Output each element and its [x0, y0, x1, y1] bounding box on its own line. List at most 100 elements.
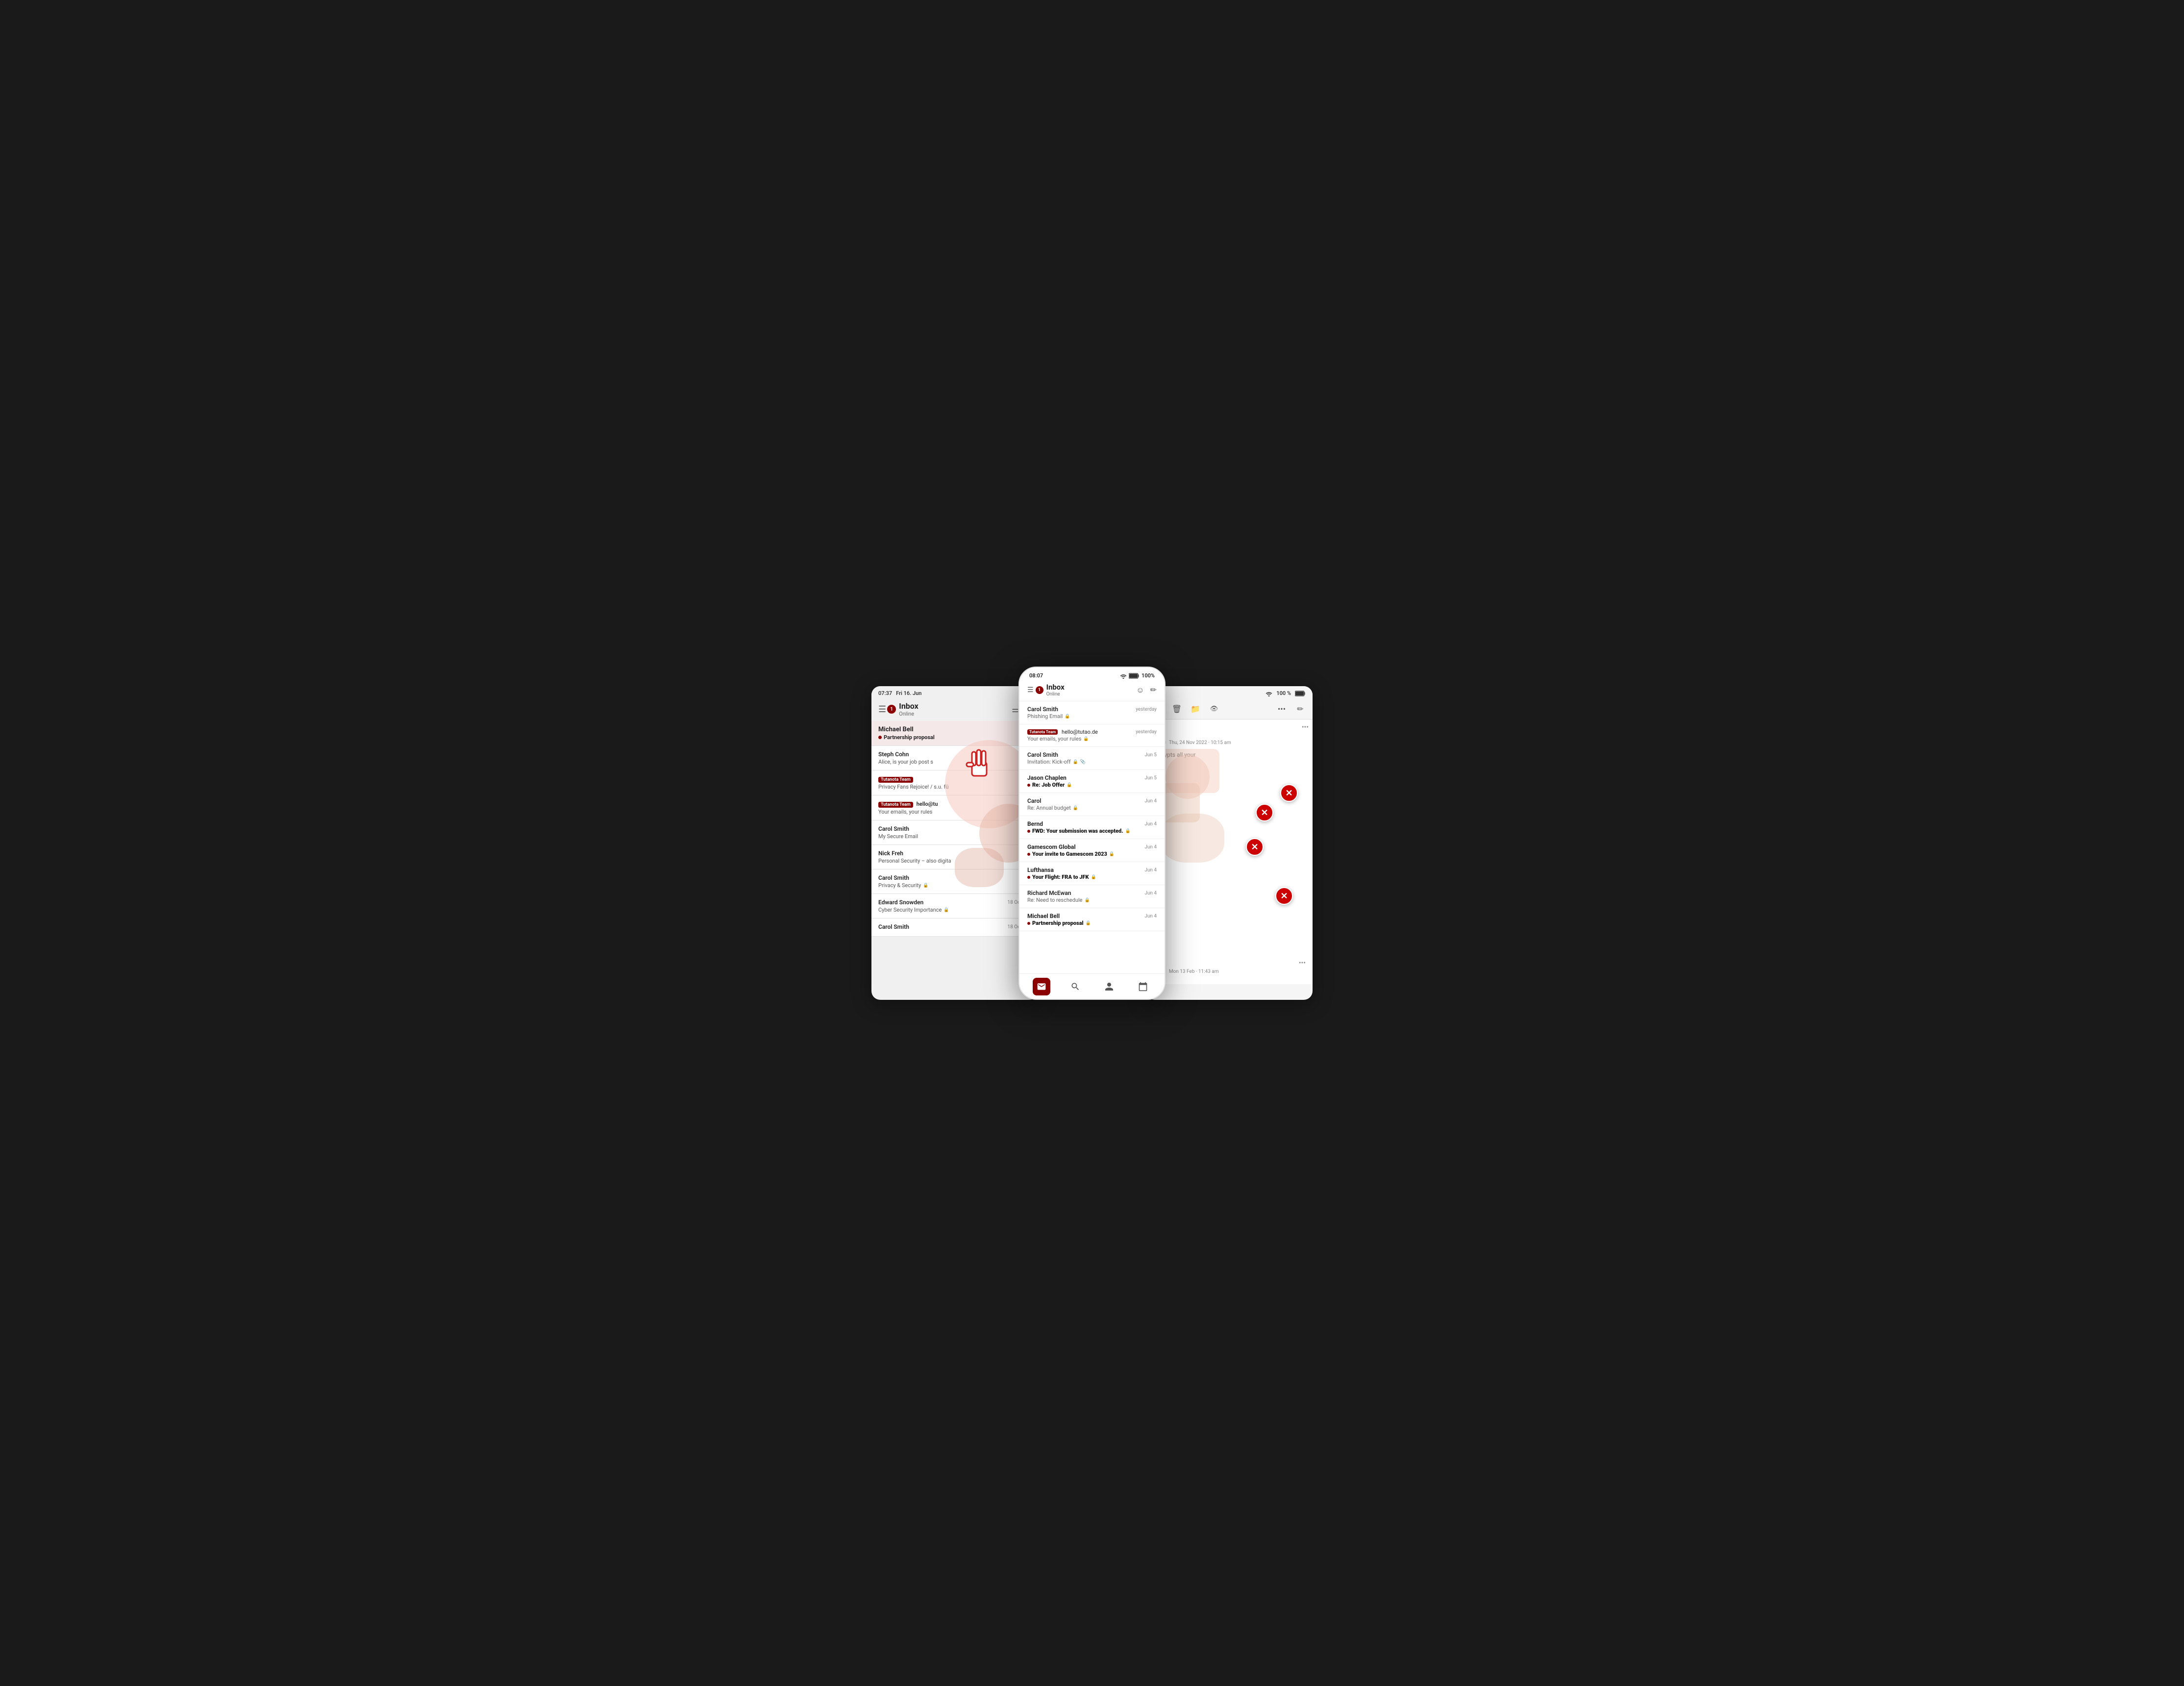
tutanota-badge-phone-1: Tutanota Team: [1027, 729, 1058, 735]
phone-battery-text: 100%: [1142, 672, 1155, 679]
decorative-blob-3: [955, 848, 1004, 887]
battery-icon-right: [1295, 691, 1306, 696]
phone-email-4[interactable]: Carol Jun 4 Re: Annual budget 🔒: [1019, 793, 1165, 816]
sender-left-8: Carol Smith: [878, 923, 909, 930]
subject-left-0: Partnership proposal: [878, 734, 1031, 741]
phone-date-5: Jun 4: [1144, 821, 1157, 827]
sender-left-6: Carol Smith: [878, 874, 909, 881]
compose-icon-phone[interactable]: ✏: [1150, 685, 1157, 695]
more-icon-toolbar[interactable]: •••: [1274, 701, 1289, 716]
phone-sender-1: Tutanota Team hello@tutao.de: [1027, 729, 1098, 735]
wifi-icon-phone: [1120, 673, 1127, 679]
wifi-icon-right: [1266, 691, 1272, 696]
status-bar-left: 07:37 Fri 16. Jun: [871, 686, 1038, 698]
phone-date-2: Jun 5: [1144, 752, 1157, 758]
sender-left-1: Steph Cohn: [878, 751, 909, 758]
phone-subject-8: Re: Need to reschedule 🔒: [1027, 897, 1157, 903]
folder-icon[interactable]: 📁: [1188, 701, 1203, 716]
tutanota-badge-2: Tutanota Team: [878, 777, 913, 783]
phone-email-5[interactable]: Bernd Jun 4 FWD: Your submission was acc…: [1019, 816, 1165, 839]
tutanota-badge-3: Tutanota Team: [878, 802, 913, 808]
red-x-2[interactable]: ✕: [1256, 804, 1273, 821]
phone-subject-0: Phishing Email 🔒: [1027, 713, 1157, 719]
phone-date-4: Jun 4: [1144, 798, 1157, 804]
phone-date-7: Jun 4: [1144, 868, 1157, 873]
phone-inbox-label: Inbox: [1046, 683, 1065, 692]
red-x-3[interactable]: ✕: [1246, 838, 1264, 856]
phone-date-6: Jun 4: [1144, 844, 1157, 850]
phone-inbox-info: ☰ 1 Inbox Online: [1027, 683, 1065, 697]
phone-email-0[interactable]: Carol Smith yesterday Phishing Email 🔒: [1019, 701, 1165, 724]
phone-dot-3: [1027, 784, 1030, 787]
date-left: Fri 16. Jun: [896, 690, 921, 696]
toolbar-right: → 🗑 📁 👁 ••• ✏: [1146, 698, 1313, 719]
email-section-2: ••• 🔒 ✈ Mon 13 Feb · 11:43 am: [1153, 959, 1306, 979]
phone-email-9[interactable]: Michael Bell Jun 4 Partnership proposal …: [1019, 908, 1165, 931]
battery-icon-phone: [1129, 673, 1140, 679]
menu-icon-left[interactable]: ☰: [878, 704, 886, 715]
email-date-meta-1: Thu, 24 Nov 2022 · 10:15 am: [1169, 740, 1231, 745]
filter-icon-left[interactable]: ⚌: [1012, 705, 1018, 714]
inbox-title-left: ☰ 1 Inbox Online: [878, 701, 918, 717]
email-item-left-0[interactable]: Michael Bell 3 Ju Partnership proposal: [871, 721, 1038, 746]
phone-subject-6: Your invite to Gamescom 2023 🔒: [1027, 851, 1157, 857]
phone-sender-4: Carol: [1027, 797, 1041, 804]
phone-email-3[interactable]: Jason Chaplen Jun 5 Re: Job Offer 🔒: [1019, 770, 1165, 793]
phone-app-header: ☰ 1 Inbox Online ☺ ✏: [1019, 681, 1165, 701]
sender-left-7: Edward Snowden: [878, 899, 923, 906]
sender-extra-3: hello@tu: [917, 801, 938, 807]
subject-left-7: Cyber Security Importance 🔒: [878, 907, 1031, 913]
phone-email-2[interactable]: Carol Smith Jun 5 Invitation: Kick-off 🔒…: [1019, 747, 1165, 770]
phone-subject-5: FWD: Your submission was accepted. 🔒: [1027, 828, 1157, 834]
phone-dot-6: [1027, 853, 1030, 856]
phone-dot-9: [1027, 922, 1030, 925]
phone-time: 08:07: [1029, 672, 1043, 679]
more-dots-2[interactable]: •••: [1153, 959, 1306, 967]
phone-subject-3: Re: Job Offer 🔒: [1027, 782, 1157, 788]
hand-overlay: [960, 745, 999, 786]
email-item-left-8[interactable]: Carol Smith 18 Oct 202: [871, 918, 1038, 937]
phone-date-8: Jun 4: [1144, 891, 1157, 896]
emoji-icon-phone[interactable]: ☺: [1136, 685, 1144, 695]
inbox-label-left: Inbox: [899, 701, 918, 711]
phone-battery-area: 100%: [1120, 672, 1155, 679]
email-meta-2: 🔒 ✈ Mon 13 Feb · 11:43 am: [1153, 969, 1306, 974]
phone-sender-5: Bernd: [1027, 820, 1043, 827]
hide-icon[interactable]: 👁: [1207, 701, 1221, 716]
phone-sender-extra-1: hello@tutao.de: [1062, 729, 1098, 735]
phone-subject-4: Re: Annual budget 🔒: [1027, 805, 1157, 811]
badge-left: 1: [887, 705, 896, 714]
phone-email-list: Carol Smith yesterday Phishing Email 🔒 T…: [1019, 701, 1165, 931]
hand-icon: [960, 745, 999, 784]
phone-email-7[interactable]: Lufthansa Jun 4 Your Flight: FRA to JFK …: [1019, 862, 1165, 885]
nav-person[interactable]: [1100, 978, 1118, 995]
phone-dot-7: [1027, 876, 1030, 879]
lock-icon-7: 🔒: [943, 908, 949, 913]
phone-dot-5: [1027, 830, 1030, 833]
more-dots-1[interactable]: •••: [1302, 723, 1309, 731]
phone-subject-7: Your Flight: FRA to JFK 🔒: [1027, 874, 1157, 880]
phone-sender-6: Gamescom Global: [1027, 843, 1076, 850]
time-left: 07:37: [878, 690, 892, 696]
red-x-1[interactable]: ✕: [1280, 784, 1298, 802]
phone-bottom-nav: [1019, 973, 1165, 999]
phone-sender-7: Lufthansa: [1027, 867, 1054, 873]
phone-center: 08:07 100% ☰ 1 Inbox Online ☺ ✏: [1018, 667, 1166, 1000]
nav-mail[interactable]: [1033, 978, 1050, 995]
phone-email-1[interactable]: Tutanota Team hello@tutao.de yesterday Y…: [1019, 724, 1165, 747]
email-meta-1: 🔒 ✉ Thu, 24 Nov 2022 · 10:15 am: [1153, 740, 1306, 745]
sender-left-0: Michael Bell: [878, 726, 914, 733]
red-x-4[interactable]: ✕: [1275, 887, 1293, 905]
email-item-left-7[interactable]: Edward Snowden 18 Oct 202 Cyber Security…: [871, 894, 1038, 918]
phone-email-6[interactable]: Gamescom Global Jun 4 Your invite to Gam…: [1019, 839, 1165, 862]
nav-search[interactable]: [1067, 978, 1084, 995]
phone-email-8[interactable]: Richard McEwan Jun 4 Re: Need to resched…: [1019, 885, 1165, 908]
badge-phone: 1: [1036, 686, 1043, 694]
subject-left-6: Privacy & Security 🔒: [878, 882, 1031, 889]
menu-icon-phone[interactable]: ☰: [1027, 686, 1034, 694]
delete-icon[interactable]: 🗑: [1169, 701, 1184, 716]
email-date-meta-2: Mon 13 Feb · 11:43 am: [1169, 969, 1219, 974]
nav-calendar[interactable]: [1134, 978, 1152, 995]
sender-left-5: Nick Freh: [878, 850, 903, 857]
compose-icon-right[interactable]: ✏: [1293, 701, 1308, 716]
